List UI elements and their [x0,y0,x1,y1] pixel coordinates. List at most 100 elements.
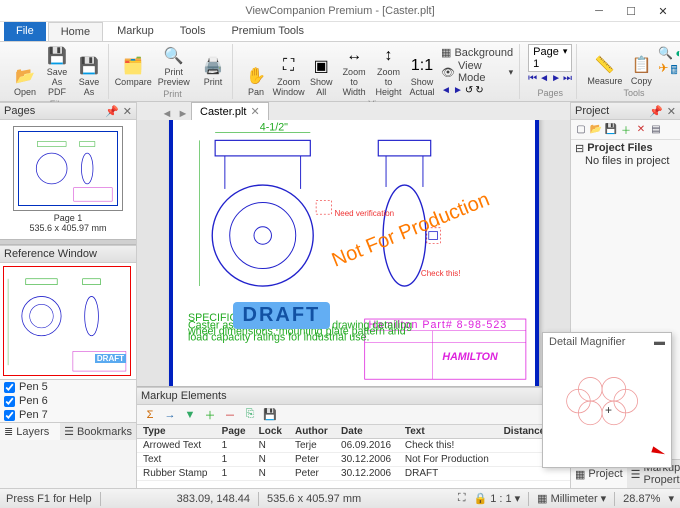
pen-5-checkbox[interactable] [4,382,15,393]
tab-premium-tools[interactable]: Premium Tools [219,22,316,41]
zoom-window-button[interactable]: ⛶Zoom Window [273,44,304,99]
me-copy-button[interactable]: ⎘ [241,406,259,424]
compare-button[interactable]: 🗂️Compare [117,44,149,89]
status-scale[interactable]: 1 : 1 [490,493,511,505]
proj-open-button[interactable]: 📂 [589,122,603,136]
proj-save-button[interactable]: 💾 [604,122,618,136]
print-button[interactable]: 🖨️Print [198,44,228,89]
col-date[interactable]: Date [335,425,399,439]
proj-delete-button[interactable]: ✕ [634,122,648,136]
me-add-button[interactable]: ＋ [201,406,219,424]
col-page[interactable]: Page [216,425,253,439]
zoom-to-height-button[interactable]: ↕Zoom to Height [372,44,405,99]
status-zoom-dropdown[interactable]: ▾ [668,492,674,505]
color-button[interactable]: ◐ [675,46,680,60]
folder-open-icon: 📂 [14,65,36,87]
proj-new-button[interactable]: ▢ [574,122,588,136]
maximize-button[interactable]: ☐ [618,2,644,20]
table-row[interactable]: Arrowed Text1NTerje06.09.2016Check this! [137,439,570,453]
minimize-button[interactable]: ─ [586,2,612,20]
prev-page-button[interactable]: ◄ [539,73,549,84]
scroll-tabs-left[interactable]: ◄ [159,108,175,120]
bookmarks-tab[interactable]: ☰Bookmarks [60,423,136,440]
status-coords: 383.09, 148.44 [177,493,250,505]
annotation-check-this: Check this! [421,269,461,278]
print-preview-button[interactable]: 🔍Print Preview [151,44,196,89]
find-button[interactable]: 🔍 [658,46,673,60]
status-dims: 535.6 x 405.97 mm [267,493,361,505]
pin-icon[interactable]: 📌 [649,105,663,118]
prev-view-button[interactable]: ◄ [441,85,451,96]
me-arrow-button[interactable]: → [161,406,179,424]
pan-button[interactable]: ✋Pan [241,44,271,99]
status-fit-button[interactable]: ⛶ [458,492,466,505]
tree-expand-icon[interactable]: ⊟ [575,142,584,155]
col-type[interactable]: Type [137,425,216,439]
me-remove-button[interactable]: － [221,406,239,424]
calc-button[interactable]: 🖩 [670,61,677,82]
project-icon: ▦ [575,468,585,481]
next-page-button[interactable]: ► [551,73,561,84]
zoom-to-width-button[interactable]: ↔Zoom to Width [338,44,370,99]
tab-file[interactable]: File [4,22,46,41]
drawing-viewport[interactable]: 4-1/2" Hamilton Part# 8-9 [137,120,570,386]
copy-button[interactable]: 📋Copy [626,44,656,88]
close-icon[interactable]: ✕ [667,105,676,118]
pen-row[interactable]: Pen 7 [0,408,136,422]
me-sum-button[interactable]: Σ [141,406,159,424]
status-grid-icon[interactable]: ▦ [537,492,547,505]
me-save-button[interactable]: 💾 [261,406,279,424]
status-lock-icon[interactable]: 🔒 [474,492,488,505]
props-icon: ☰ [631,468,641,481]
proj-props-button[interactable]: ▤ [649,122,663,136]
page-name-label: Page 1 [6,213,130,223]
next-view-button[interactable]: ► [453,85,463,96]
table-row[interactable]: Text1NPeter30.12.2006Not For Production [137,453,570,467]
open-button[interactable]: 📂Open [10,44,40,99]
document-tab[interactable]: Caster.plt ✕ [191,102,269,120]
close-button[interactable]: ✕ [650,2,676,20]
pen-6-checkbox[interactable] [4,396,15,407]
ruler-icon: 📏 [594,54,616,76]
scroll-tabs-right[interactable]: ► [175,108,191,120]
send-button[interactable]: ✈ [658,61,668,82]
close-icon[interactable]: ✕ [123,105,132,118]
measure-button[interactable]: 📏Measure [585,44,624,88]
first-page-button[interactable]: ⏮ [528,73,537,84]
me-filter-button[interactable]: ▼ [181,406,199,424]
pen-7-checkbox[interactable] [4,410,15,421]
project-tree-root[interactable]: ⊟Project Files [575,142,676,155]
pen-row[interactable]: Pen 5 [0,380,136,394]
save-as-pdf-button[interactable]: 💾Save As PDF [42,44,72,99]
view-mode-dropdown[interactable]: 👁View Mode ▾ [441,60,513,84]
detail-magnifier-window[interactable]: Detail Magnifier ▬ + [542,332,672,468]
status-zoom[interactable]: 28.87% [623,493,660,505]
rotate-left-button[interactable]: ↺ [465,85,473,96]
tab-home[interactable]: Home [48,22,103,41]
pen-row[interactable]: Pen 6 [0,394,136,408]
table-row[interactable]: Rubber Stamp1NPeter30.12.2006DRAFT [137,467,570,481]
tab-markup[interactable]: Markup [105,22,166,41]
col-text[interactable]: Text [399,425,498,439]
show-actual-button[interactable]: 1:1Show Actual [407,44,437,99]
proj-add-button[interactable]: ＋ [619,122,633,136]
col-lock[interactable]: Lock [253,425,289,439]
col-author[interactable]: Author [289,425,335,439]
last-page-button[interactable]: ⏭ [563,73,572,84]
tab-tools[interactable]: Tools [168,22,218,41]
reference-window-viewport[interactable]: DRAFT [3,266,131,376]
background-toggle[interactable]: ▦Background [441,46,513,59]
page-thumbnail[interactable] [13,126,123,211]
drawing-canvas: 4-1/2" Hamilton Part# 8-9 [169,120,539,386]
page-selector[interactable]: Page 1▾ [528,44,572,72]
rotate-right-button[interactable]: ↻ [475,85,483,96]
status-help: Press F1 for Help [6,493,92,505]
show-all-button[interactable]: ▣Show All [306,44,336,99]
save-as-button[interactable]: 💾Save As [74,44,104,99]
close-tab-icon[interactable]: ✕ [250,105,259,118]
status-unit[interactable]: Millimeter [551,493,598,505]
magnifier-close-icon[interactable]: ▬ [654,336,665,348]
fit-all-icon: ▣ [310,55,332,77]
pin-icon[interactable]: 📌 [105,105,119,118]
layers-tab[interactable]: ≣Layers [0,423,60,440]
